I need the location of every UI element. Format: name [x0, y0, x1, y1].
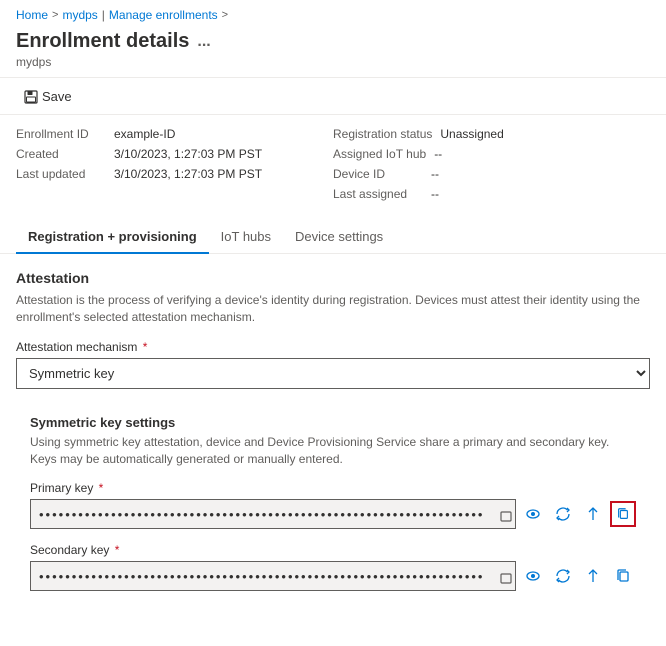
page-subtitle: mydps [16, 55, 650, 69]
secondary-key-label: Secondary key * [30, 543, 636, 557]
primary-key-label: Primary key * [30, 481, 636, 495]
breadcrumb: Home > mydps | Manage enrollments > [0, 0, 666, 26]
primary-key-eye-button[interactable] [520, 501, 546, 527]
secondary-key-group: Secondary key * [30, 543, 636, 591]
breadcrumb-sep1: > [52, 9, 58, 21]
symkey-title: Symmetric key settings [30, 415, 636, 430]
assigned-hub-value: -- [434, 147, 442, 161]
secondary-key-eye-button[interactable] [520, 563, 546, 589]
secondary-key-required: * [111, 543, 119, 557]
breadcrumb-home[interactable]: Home [16, 8, 48, 22]
save-label: Save [42, 89, 72, 104]
save-icon [24, 88, 38, 104]
last-updated-value: 3/10/2023, 1:27:03 PM PST [114, 167, 262, 181]
toolbar: Save [0, 78, 666, 115]
secondary-key-row [30, 561, 636, 591]
device-id-value: -- [431, 167, 439, 181]
mechanism-select[interactable]: Symmetric key [16, 358, 650, 389]
secondary-key-copy-button[interactable] [610, 563, 636, 589]
breadcrumb-mydps[interactable]: mydps [62, 8, 97, 22]
last-updated-row: Last updated 3/10/2023, 1:27:03 PM PST [16, 167, 333, 181]
breadcrumb-manage[interactable]: Manage enrollments [109, 8, 218, 22]
secondary-key-input[interactable] [30, 561, 516, 591]
mechanism-required: * [139, 340, 147, 354]
details-right: Registration status Unassigned Assigned … [333, 127, 650, 201]
last-assigned-row: Last assigned -- [333, 187, 650, 201]
enrollment-id-value: example-ID [114, 127, 175, 141]
breadcrumb-pipe: | [102, 8, 105, 22]
last-assigned-label: Last assigned [333, 187, 423, 201]
primary-key-input[interactable] [30, 499, 516, 529]
reg-status-value: Unassigned [440, 127, 503, 141]
device-id-row: Device ID -- [333, 167, 650, 181]
last-updated-label: Last updated [16, 167, 106, 181]
attestation-mechanism-group: Attestation mechanism * Symmetric key [16, 340, 650, 389]
mechanism-label: Attestation mechanism * [16, 340, 650, 354]
tab-devicesettings[interactable]: Device settings [283, 221, 395, 254]
assigned-hub-row: Assigned IoT hub -- [333, 147, 650, 161]
enrollment-id-label: Enrollment ID [16, 127, 106, 141]
tab-iothubs[interactable]: IoT hubs [209, 221, 283, 254]
page-title-text: Enrollment details [16, 30, 189, 53]
reg-status-row: Registration status Unassigned [333, 127, 650, 141]
page-header: Enrollment details ... mydps [0, 26, 666, 77]
primary-key-required: * [95, 481, 103, 495]
tab-registration[interactable]: Registration + provisioning [16, 221, 209, 254]
tab-content-registration: Attestation Attestation is the process o… [0, 254, 666, 633]
secondary-key-wrapper [30, 561, 516, 591]
more-options-dots[interactable]: ... [197, 33, 210, 51]
attestation-desc: Attestation is the process of verifying … [16, 292, 650, 326]
symmetric-key-section: Symmetric key settings Using symmetric k… [16, 403, 650, 618]
save-button[interactable]: Save [16, 84, 80, 108]
primary-key-group: Primary key * [30, 481, 636, 529]
primary-key-arrows-button[interactable] [580, 501, 606, 527]
created-label: Created [16, 147, 106, 161]
primary-key-copy-button[interactable] [610, 501, 636, 527]
primary-key-row [30, 499, 636, 529]
reg-status-label: Registration status [333, 127, 432, 141]
attestation-title: Attestation [16, 270, 650, 286]
enrollment-id-row: Enrollment ID example-ID [16, 127, 333, 141]
primary-key-refresh-button[interactable] [550, 501, 576, 527]
device-id-label: Device ID [333, 167, 423, 181]
tabs-bar: Registration + provisioning IoT hubs Dev… [0, 221, 666, 254]
created-row: Created 3/10/2023, 1:27:03 PM PST [16, 147, 333, 161]
primary-key-bar-icon [500, 506, 512, 522]
secondary-key-refresh-button[interactable] [550, 563, 576, 589]
assigned-hub-label: Assigned IoT hub [333, 147, 426, 161]
details-grid: Enrollment ID example-ID Created 3/10/20… [0, 115, 666, 213]
primary-key-wrapper [30, 499, 516, 529]
details-left: Enrollment ID example-ID Created 3/10/20… [16, 127, 333, 201]
created-value: 3/10/2023, 1:27:03 PM PST [114, 147, 262, 161]
secondary-key-bar-icon [500, 568, 512, 584]
last-assigned-value: -- [431, 187, 439, 201]
secondary-key-arrows-button[interactable] [580, 563, 606, 589]
symkey-desc: Using symmetric key attestation, device … [30, 434, 636, 468]
breadcrumb-sep2: > [222, 9, 228, 21]
